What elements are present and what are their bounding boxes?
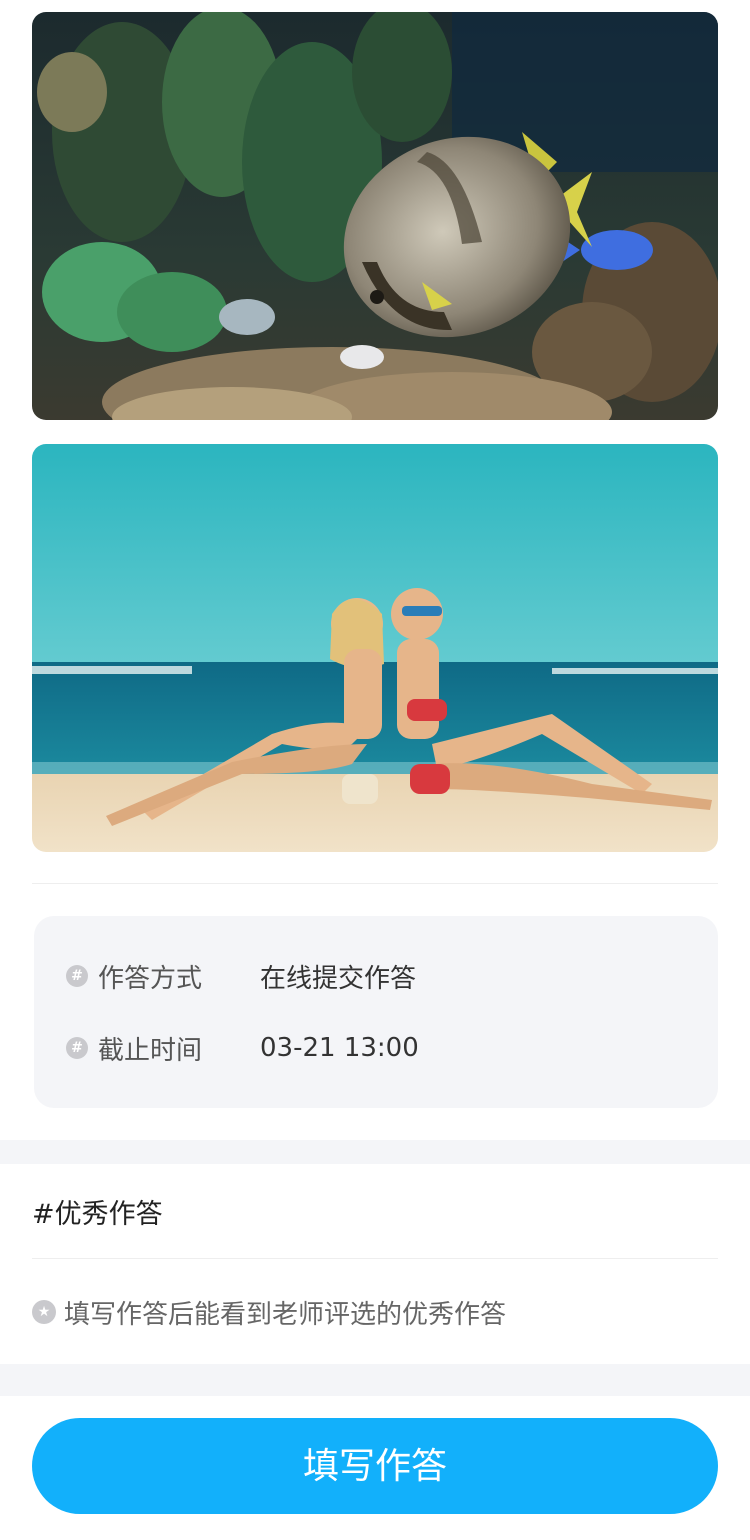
deadline-label: 截止时间 [98,1035,203,1066]
content-divider [32,883,718,884]
excellent-divider [32,1258,718,1259]
hashtag-icon: # [66,1037,88,1059]
deadline-value: 03-21 13:00 [260,1033,419,1063]
answer-method-label: 作答方式 [98,963,203,994]
section-separator [0,1140,750,1164]
deadline-row: # 截止时间 03-21 13:00 [66,1028,419,1068]
excellent-hint-row: ★ 填写作答后能看到老师评选的优秀作答 [32,1292,506,1332]
hashtag-icon: # [66,965,88,987]
write-answer-button[interactable]: 填写作答 [32,1418,718,1514]
assignment-page: # 作答方式 在线提交作答 # 截止时间 03-21 13:00 #优秀作答 ★… [0,0,750,1540]
excellent-hint-text: 填写作答后能看到老师评选的优秀作答 [64,1299,507,1330]
star-icon: ★ [32,1300,56,1324]
bottom-separator [0,1364,750,1396]
answer-method-row: # 作答方式 在线提交作答 [66,956,416,996]
assignment-info-card: # 作答方式 在线提交作答 # 截止时间 03-21 13:00 [34,916,718,1108]
excellent-answers-title: #优秀作答 [32,1199,163,1230]
beach-women-photo[interactable] [32,444,718,852]
aquarium-fish-photo[interactable] [32,12,718,420]
answer-method-value: 在线提交作答 [260,963,417,994]
